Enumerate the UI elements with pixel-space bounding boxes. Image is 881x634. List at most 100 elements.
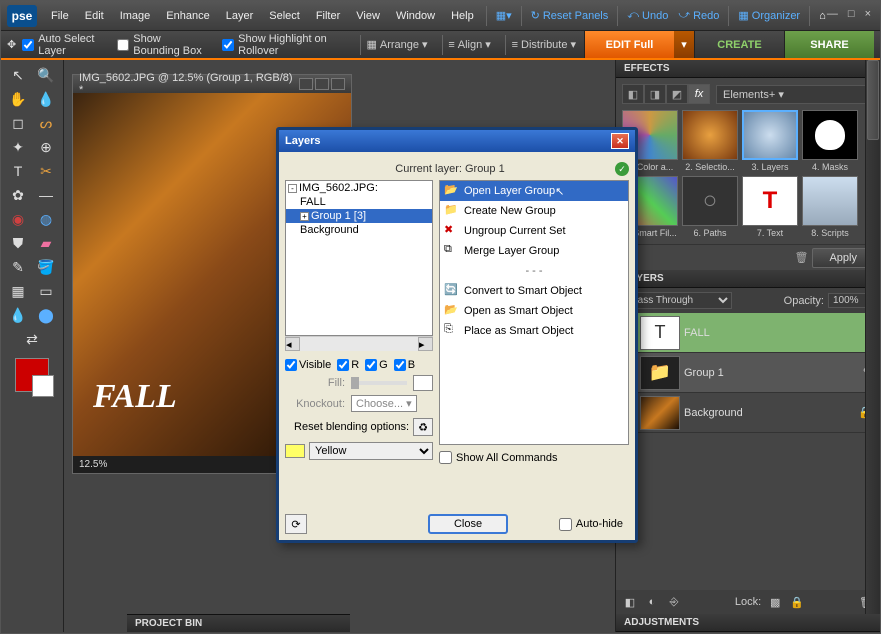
- effects-tab-effects[interactable]: ◩: [666, 84, 688, 104]
- effects-category-dropdown[interactable]: Elements+ ▾: [716, 85, 874, 104]
- blend-mode-dropdown[interactable]: Pass Through: [622, 292, 732, 309]
- tab-edit-dropdown[interactable]: ▾: [674, 31, 694, 58]
- tree-node[interactable]: Background: [286, 223, 432, 237]
- straighten-tool-icon[interactable]: —: [33, 184, 59, 206]
- tree-node[interactable]: FALL: [286, 195, 432, 209]
- blur-tool-icon[interactable]: 💧: [5, 304, 31, 326]
- reset-blend-button[interactable]: ♻: [413, 418, 433, 436]
- effect-item[interactable]: ○6. Paths: [682, 176, 738, 238]
- close-button[interactable]: Close: [428, 514, 508, 534]
- effect-item[interactable]: T7. Text: [742, 176, 798, 238]
- highlight-rollover-checkbox[interactable]: Show Highlight on Rollover: [222, 33, 342, 57]
- effect-item[interactable]: 4. Masks: [802, 110, 858, 172]
- gradient-tool-icon[interactable]: ▦: [5, 280, 31, 302]
- undo-button[interactable]: ⤺ Undo: [627, 9, 668, 22]
- adjustments-panel-header[interactable]: ADJUSTMENTS: [616, 614, 880, 632]
- type-tool-icon[interactable]: T: [5, 160, 31, 182]
- doc-maximize-button[interactable]: [315, 78, 329, 90]
- layers-panel-header[interactable]: LAYERS: [616, 270, 880, 288]
- eyedropper-tool-icon[interactable]: 💧: [33, 88, 59, 110]
- redo-button[interactable]: ⤻ Redo: [678, 9, 719, 22]
- lock-all-icon[interactable]: 🔒: [789, 594, 805, 610]
- move-tool-icon[interactable]: ↖: [5, 64, 31, 86]
- dialog-close-button[interactable]: ✕: [611, 133, 629, 149]
- cmd-convert-smart[interactable]: 🔄Convert to Smart Object: [440, 281, 628, 301]
- arrange-dropdown[interactable]: ▦ Arrange ▾: [366, 38, 427, 51]
- layer-row[interactable]: ◉ Background 🔒: [616, 393, 880, 433]
- fill-tool-icon[interactable]: 🪣: [33, 256, 59, 278]
- heal-tool-icon[interactable]: ◍: [33, 208, 59, 230]
- auto-select-checkbox[interactable]: Auto Select Layer: [22, 33, 105, 57]
- g-checkbox[interactable]: G: [365, 359, 388, 371]
- effect-item-selected[interactable]: 3. Layers: [742, 110, 798, 172]
- menu-edit[interactable]: Edit: [77, 1, 112, 31]
- show-all-checkbox[interactable]: [439, 451, 452, 464]
- menu-select[interactable]: Select: [261, 1, 308, 31]
- zoom-tool-icon[interactable]: 🔍: [33, 64, 59, 86]
- doc-close-button[interactable]: [331, 78, 345, 90]
- menu-file[interactable]: File: [43, 1, 77, 31]
- menu-image[interactable]: Image: [112, 1, 159, 31]
- window-maximize-button[interactable]: □: [848, 8, 855, 20]
- cmd-ungroup[interactable]: ✖Ungroup Current Set: [440, 221, 628, 241]
- menu-layer[interactable]: Layer: [218, 1, 262, 31]
- brush-tool-icon[interactable]: ✎: [5, 256, 31, 278]
- menu-filter[interactable]: Filter: [308, 1, 348, 31]
- tab-edit[interactable]: EDIT Full: [584, 31, 674, 58]
- layer-row[interactable]: ◉ T FALL: [616, 313, 880, 353]
- tab-create[interactable]: CREATE: [694, 31, 784, 58]
- eraser-tool-icon[interactable]: ▰: [33, 232, 59, 254]
- window-close-button[interactable]: ×: [865, 8, 871, 20]
- project-bin-header[interactable]: PROJECT BIN: [127, 614, 350, 632]
- adjustment-icon[interactable]: ◐: [644, 594, 660, 610]
- window-minimize-button[interactable]: —: [827, 8, 838, 20]
- trash-icon[interactable]: 🗑: [795, 251, 809, 264]
- b-checkbox[interactable]: B: [394, 359, 415, 371]
- distribute-dropdown[interactable]: ≡ Distribute ▾: [512, 38, 576, 51]
- lasso-tool-icon[interactable]: ᔕ: [33, 112, 59, 134]
- fg-swap-icon[interactable]: ⇄: [19, 328, 45, 350]
- quickselect-tool-icon[interactable]: ⊕: [33, 136, 59, 158]
- effects-tab-fx[interactable]: fx: [688, 84, 710, 104]
- effects-tab-styles[interactable]: ◨: [644, 84, 666, 104]
- home-icon[interactable]: ⌂: [819, 10, 826, 22]
- tab-share[interactable]: SHARE: [784, 31, 874, 58]
- panel-scrollbar[interactable]: [865, 60, 880, 614]
- sponge-tool-icon[interactable]: ⬤: [33, 304, 59, 326]
- stamp-tool-icon[interactable]: ⛊: [5, 232, 31, 254]
- tree-node[interactable]: -IMG_5602.JPG:: [286, 181, 432, 195]
- menu-help[interactable]: Help: [443, 1, 482, 31]
- color-label-dropdown[interactable]: Yellow: [285, 442, 433, 460]
- link-icon[interactable]: ⎆: [666, 594, 682, 610]
- crop-tool-icon[interactable]: ✂: [33, 160, 59, 182]
- menu-view[interactable]: View: [348, 1, 388, 31]
- refresh-button[interactable]: ⟳: [285, 514, 307, 534]
- knockout-dropdown[interactable]: Choose... ▾: [351, 395, 417, 412]
- auto-hide-checkbox[interactable]: [559, 518, 572, 531]
- organizer-button[interactable]: ▦ Organizer: [738, 9, 800, 22]
- dialog-titlebar[interactable]: Layers ✕: [279, 130, 635, 152]
- effects-panel-header[interactable]: EFFECTS: [616, 60, 880, 78]
- bounding-box-checkbox[interactable]: Show Bounding Box: [117, 33, 210, 57]
- tree-node-selected[interactable]: +Group 1 [3]: [286, 209, 432, 223]
- lock-transparent-icon[interactable]: ▩: [767, 594, 783, 610]
- menu-window[interactable]: Window: [388, 1, 443, 31]
- redeye-tool-icon[interactable]: ◉: [5, 208, 31, 230]
- wand-tool-icon[interactable]: ✦: [5, 136, 31, 158]
- fill-slider[interactable]: [351, 381, 407, 385]
- color-swatch[interactable]: [15, 358, 49, 392]
- tree-h-scrollbar[interactable]: ◂▸: [285, 336, 433, 351]
- cmd-place-smart[interactable]: ⎘Place as Smart Object: [440, 321, 628, 341]
- reset-panels-button[interactable]: ↻ Reset Panels: [531, 9, 609, 22]
- align-dropdown[interactable]: ≡ Align ▾: [448, 38, 490, 51]
- app-logo[interactable]: pse: [7, 5, 37, 27]
- r-checkbox[interactable]: R: [337, 359, 359, 371]
- cmd-merge-group[interactable]: ⧉Merge Layer Group: [440, 241, 628, 261]
- cmd-create-new-group[interactable]: 📁Create New Group: [440, 201, 628, 221]
- marquee-tool-icon[interactable]: ◻: [5, 112, 31, 134]
- visible-checkbox[interactable]: Visible: [285, 359, 331, 371]
- layout-icon[interactable]: ▦▾: [496, 9, 512, 22]
- document-titlebar[interactable]: IMG_5602.JPG @ 12.5% (Group 1, RGB/8) *: [73, 75, 351, 93]
- cmd-open-smart[interactable]: 📂Open as Smart Object: [440, 301, 628, 321]
- menu-enhance[interactable]: Enhance: [158, 1, 217, 31]
